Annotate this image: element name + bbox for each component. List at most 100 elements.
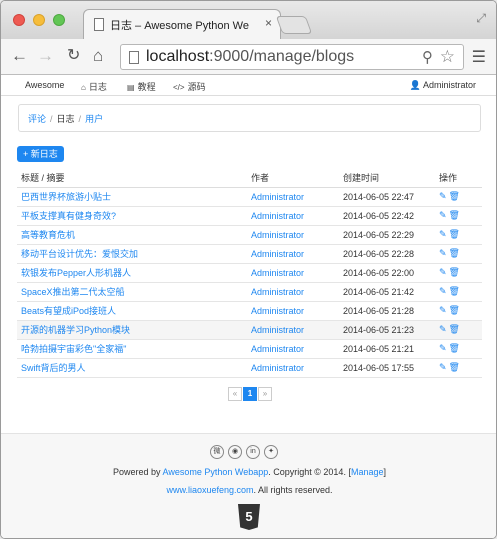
blog-actions-cell: ✎ 🗑 [435, 187, 482, 207]
blog-title-link[interactable]: SpaceX推出第二代太空船 [21, 287, 125, 297]
page-icon [129, 51, 139, 64]
blog-title-link[interactable]: 软银发布Pepper人形机器人 [21, 268, 131, 278]
table-row: 开源的机器学习Python模块 Administrator 2014-06-05 2… [17, 320, 482, 340]
blog-author-link[interactable]: Administrator [251, 268, 304, 278]
browser-tab[interactable]: 日志 – Awesome Python We × [83, 9, 281, 39]
blog-title-link[interactable]: 高等教育危机 [21, 230, 75, 240]
window-minimize-button[interactable] [33, 14, 45, 26]
footer-text: . All rights reserved. [253, 485, 333, 495]
new-blog-button[interactable]: + 新日志 [17, 146, 64, 162]
brand-link[interactable]: Awesome [25, 80, 64, 90]
nav-item-blogs[interactable]: ⌂ 日志 [81, 80, 107, 93]
fullscreen-icon[interactable]: ⤢ [476, 11, 486, 26]
blog-title-link[interactable]: 巴西世界杯旅游小贴士 [21, 192, 111, 202]
blog-author-link[interactable]: Administrator [251, 192, 304, 202]
breadcrumb-comments[interactable]: 评论 [28, 114, 46, 124]
blog-title-cell: 平板支撑真有健身奇效? [17, 206, 247, 226]
edit-icon[interactable]: ✎ [439, 229, 447, 239]
edit-icon[interactable]: ✎ [439, 210, 447, 220]
table-row: SpaceX推出第二代太空船 Administrator 2014-06-05 21… [17, 282, 482, 302]
back-arrow-icon[interactable]: ← [11, 46, 28, 66]
blog-title-link[interactable]: 开源的机器学习Python模块 [21, 325, 130, 335]
nav-item-label: 日志 [88, 82, 107, 92]
prev-page-button[interactable]: « [228, 387, 242, 401]
table-row: 巴西世界杯旅游小贴士 Administrator 2014-06-05 22:47 ✎… [17, 187, 482, 207]
home-icon[interactable]: ⌂ [93, 46, 103, 66]
blog-author-cell: Administrator [247, 339, 339, 359]
edit-icon[interactable]: ✎ [439, 324, 447, 334]
trash-icon[interactable]: 🗑 [449, 229, 460, 239]
edit-icon[interactable]: ✎ [439, 248, 447, 258]
blog-author-link[interactable]: Administrator [251, 306, 304, 316]
edit-icon[interactable]: ✎ [439, 191, 447, 201]
nav-item-tutorial[interactable]: ▤ 教程 [127, 80, 156, 93]
tab-close-icon[interactable]: × [265, 16, 272, 30]
edit-icon[interactable]: ✎ [439, 362, 447, 372]
footer-manage-link[interactable]: Manage [351, 467, 384, 477]
url-text[interactable]: localhost:9000/manage/blogs [146, 48, 354, 66]
star-icon[interactable]: ☆ [440, 47, 455, 67]
tab-title: 日志 – Awesome Python We [110, 20, 249, 32]
blog-title-link[interactable]: 哈勃拍摄宇宙彩色"全家福" [21, 344, 126, 354]
blog-title-link[interactable]: 平板支撑真有健身奇效? [21, 211, 116, 221]
table-header-row: 标题 / 摘要 作者 创建时间 操作 [17, 168, 482, 188]
user-menu[interactable]: 👤 Administrator [410, 80, 476, 91]
blog-actions-cell: ✎ 🗑 [435, 320, 482, 340]
edit-icon[interactable]: ✎ [439, 286, 447, 296]
forward-arrow-icon[interactable]: → [37, 46, 54, 66]
edit-icon[interactable]: ✎ [439, 343, 447, 353]
nav-item-label: 源码 [187, 82, 206, 92]
trash-icon[interactable]: 🗑 [449, 191, 460, 201]
footer-site-link[interactable]: www.liaoxuefeng.com [166, 485, 253, 495]
nav-item-source[interactable]: </> 源码 [173, 80, 206, 93]
blog-author-link[interactable]: Administrator [251, 211, 304, 221]
blog-author-link[interactable]: Administrator [251, 249, 304, 259]
blog-title-cell: 开源的机器学习Python模块 [17, 320, 247, 340]
window-maximize-button[interactable] [53, 14, 65, 26]
blog-author-link[interactable]: Administrator [251, 325, 304, 335]
site-footer: 微 ◉ in ✦ Powered by Awesome Python Webapp . … [1, 433, 496, 538]
page-number-button[interactable]: 1 [243, 387, 257, 401]
linkedin-icon[interactable]: in [246, 445, 260, 459]
next-page-button[interactable]: » [258, 387, 272, 401]
trash-icon[interactable]: 🗑 [449, 324, 460, 334]
footer-text: Powered by [113, 467, 163, 477]
edit-icon[interactable]: ✎ [439, 305, 447, 315]
trash-icon[interactable]: 🗑 [449, 267, 460, 277]
blog-title-cell: Beats有望成iPod接班人 [17, 301, 247, 321]
window-close-button[interactable] [13, 14, 25, 26]
menu-icon[interactable]: ☰ [472, 47, 486, 67]
blog-title-link[interactable]: 移动平台设计优先：爱恨交加 [21, 249, 138, 259]
trash-icon[interactable]: 🗑 [449, 362, 460, 372]
blog-title-link[interactable]: Beats有望成iPod接班人 [21, 306, 116, 316]
blog-title-link[interactable]: Swift背后的男人 [21, 363, 86, 373]
blog-author-link[interactable]: Administrator [251, 363, 304, 373]
breadcrumb-users[interactable]: 用户 [85, 114, 103, 124]
search-icon[interactable]: ⚲ [422, 48, 433, 66]
edit-icon[interactable]: ✎ [439, 267, 447, 277]
trash-icon[interactable]: 🗑 [449, 248, 460, 258]
home-icon: ⌂ [81, 83, 86, 92]
page-content: Awesome ⌂ 日志 ▤ 教程 </> 源码 👤 Administrator 评论… [1, 76, 496, 538]
twitter-icon[interactable]: ✦ [264, 445, 278, 459]
github-icon[interactable]: ◉ [228, 445, 242, 459]
address-bar[interactable]: localhost:9000/manage/blogs ⚲ ☆ [120, 44, 464, 70]
blog-author-link[interactable]: Administrator [251, 344, 304, 354]
page-icon [94, 18, 104, 31]
blog-author-link[interactable]: Administrator [251, 287, 304, 297]
blogs-table: 标题 / 摘要 作者 创建时间 操作 巴西世界杯旅游小贴士 Administrat… [17, 168, 482, 378]
blog-date-cell: 2014-06-05 21:42 [339, 282, 435, 302]
trash-icon[interactable]: 🗑 [449, 210, 460, 220]
blog-author-link[interactable]: Administrator [251, 230, 304, 240]
blog-title-cell: 软银发布Pepper人形机器人 [17, 263, 247, 283]
blog-date-cell: 2014-06-05 22:47 [339, 187, 435, 207]
new-tab-button[interactable] [275, 16, 313, 34]
table-body: 巴西世界杯旅游小贴士 Administrator 2014-06-05 22:47 ✎… [17, 187, 482, 378]
trash-icon[interactable]: 🗑 [449, 286, 460, 296]
weibo-icon[interactable]: 微 [210, 445, 224, 459]
footer-project-link[interactable]: Awesome Python Webapp [163, 467, 269, 477]
trash-icon[interactable]: 🗑 [449, 343, 460, 353]
blog-actions-cell: ✎ 🗑 [435, 358, 482, 378]
trash-icon[interactable]: 🗑 [449, 305, 460, 315]
reload-icon[interactable]: ↻ [67, 46, 80, 66]
